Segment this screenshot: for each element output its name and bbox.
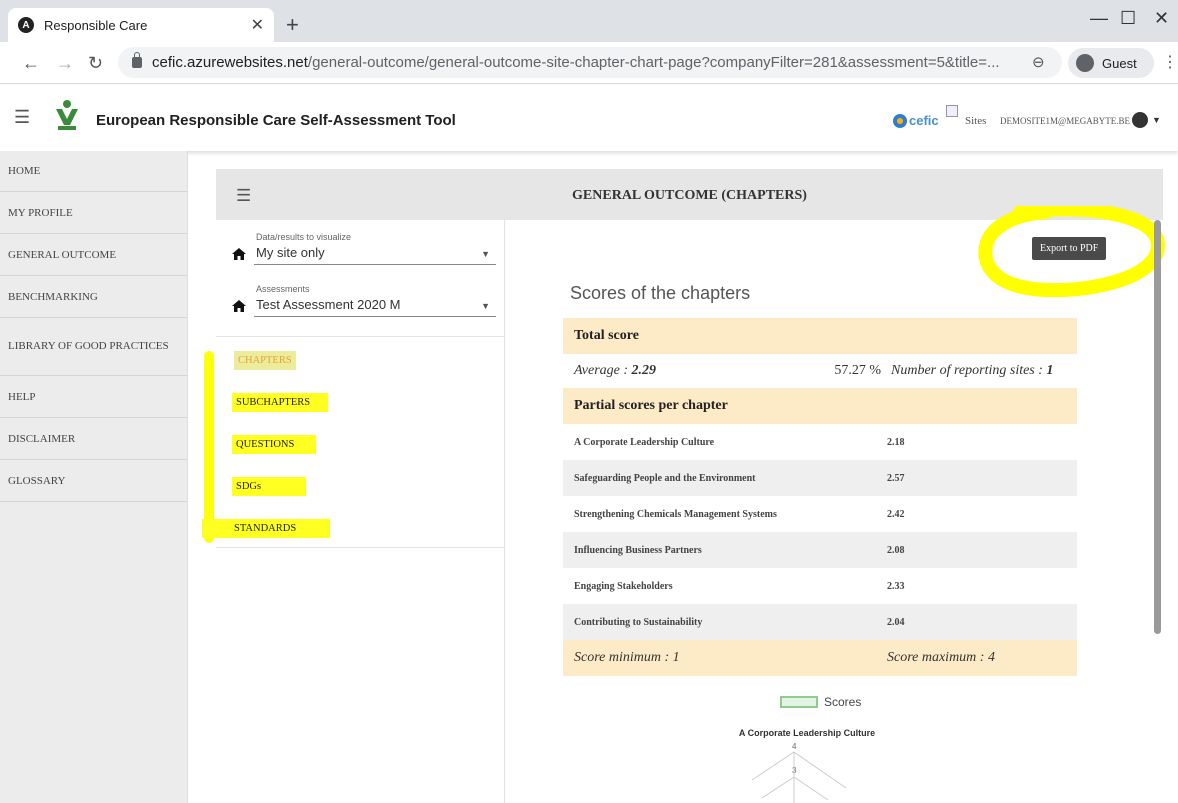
menu-icon[interactable]: ☰ [14,107,30,128]
close-window-icon[interactable]: ✕ [1154,8,1169,29]
chapter-row: Strengthening Chemicals Management Syste… [574,508,905,520]
chart-legend[interactable]: Scores [780,695,861,709]
link-sdgs[interactable]: SDGs [232,477,306,496]
main-card: ☰ GENERAL OUTCOME (CHAPTERS) Data/result… [202,169,1165,803]
export-pdf-button[interactable]: Export to PDF [1032,237,1107,260]
assessment-value: Test Assessment 2020 M [256,297,401,312]
app-title: European Responsible Care Self-Assessmen… [96,112,456,129]
link-subchapters[interactable]: SUBCHAPTERS [232,393,328,412]
new-tab-button[interactable]: + [286,12,299,38]
legend-swatch [780,696,818,708]
assessment-label: Assessments [256,284,310,294]
data-filter-select[interactable]: Data/results to visualize My site only ▼ [230,232,496,268]
chapter-row: Engaging Stakeholders 2.33 [574,580,905,592]
sidebar-item-disclaimer[interactable]: DISCLAIMER [0,418,187,460]
chapter-row: Contributing to Sustainability 2.04 [563,604,1077,640]
sidebar-item-glossary[interactable]: GLOSSARY [0,460,187,502]
sidebar-item-benchmarking[interactable]: BENCHMARKING [0,276,187,318]
sidebar-item-home[interactable]: HOME [0,151,187,192]
radar-axis-label: A Corporate Leadership Culture [738,728,876,738]
dropdown-caret-icon: ▼ [481,249,490,259]
scores-table: Total score Average : 2.29 57.27 % Numbe… [563,318,1077,676]
zoom-icon[interactable]: ⊖ [1032,53,1045,71]
radar-grid-line [793,776,829,801]
score-range-row: Score minimum : 1 Score maximum : 4 [563,640,1077,676]
radar-chart: 4 3 [751,742,847,803]
cefic-logo: cefic [893,113,939,128]
total-score-header: Total score [563,318,1077,354]
sidebar: HOME MY PROFILE GENERAL OUTCOME BENCHMAR… [0,151,188,803]
reporting-sites-cell: Number of reporting sites : 1 [891,363,1054,378]
percent-cell: 57.27 % [834,363,881,378]
data-filter-label: Data/results to visualize [256,232,352,242]
tab-title: Responsible Care [44,17,148,33]
chapter-row: Influencing Business Partners 2.08 [563,532,1077,568]
chapter-row: Safeguarding People and the Environment 2… [563,460,1077,496]
home-icon [232,248,246,260]
score-maximum: Score maximum : 4 [887,650,995,665]
profile-button[interactable]: Guest [1068,48,1154,78]
responsible-care-logo [56,100,78,130]
app-header: ☰ European Responsible Care Self-Assessm… [0,85,1178,151]
broken-image-icon [946,105,958,117]
highlight-marker [204,351,214,543]
profile-label: Guest [1102,55,1137,71]
page-title: GENERAL OUTCOME (CHAPTERS) [572,188,807,203]
home-icon [232,300,246,312]
account-icon[interactable] [1132,112,1148,128]
forward-icon[interactable]: → [56,53,74,74]
back-icon[interactable]: ← [22,53,40,74]
profile-avatar-icon [1076,54,1094,72]
url-host: cefic.azurewebsites.net [152,54,308,71]
chapter-row: A Corporate Leadership Culture 2.18 [574,436,905,448]
lock-icon [132,52,142,68]
url-path: /general-outcome/general-outcome-site-ch… [307,54,1000,71]
legend-label: Scores [824,695,862,709]
browser-tabstrip: A Responsible Care ✕ + — ☐ ✕ [0,0,1178,42]
cefic-flower-icon [893,113,907,128]
field-underline [254,316,496,317]
maximize-icon[interactable]: ☐ [1120,8,1136,29]
score-minimum: Score minimum : 1 [574,650,680,665]
partial-scores-header: Partial scores per chapter [563,388,1077,424]
user-email[interactable]: DEMOSITE1M@MEGABYTE.BE [1000,116,1130,126]
sidebar-item-general-outcome[interactable]: GENERAL OUTCOME [0,234,187,276]
sidebar-item-library[interactable]: LIBRARY OF GOOD PRACTICES [0,318,187,376]
radar-grid-line [761,776,795,799]
sidebar-item-help[interactable]: HELP [0,376,187,418]
minimize-icon[interactable]: — [1090,8,1108,29]
address-bar[interactable]: cefic.azurewebsites.net/general-outcome/… [118,47,1062,78]
data-filter-value: My site only [256,245,325,260]
total-score-row: Average : 2.29 57.27 % Number of reporti… [563,354,1077,388]
results-panel: Export to PDF Scores of the chapters Tot… [506,206,1165,803]
link-standards[interactable]: STANDARDS [202,519,330,538]
browser-toolbar: ← → ↻ cefic.azurewebsites.net/general-ou… [0,42,1178,84]
field-underline [254,264,496,265]
browser-menu-icon[interactable]: ⋮ [1162,52,1178,72]
filters-panel: Data/results to visualize My site only ▼… [202,220,505,803]
outcome-views-list: CHAPTERS SUBCHAPTERS QUESTIONS SDGs STAN… [202,336,505,548]
close-tab-icon[interactable]: ✕ [251,15,264,35]
dropdown-caret-icon: ▼ [481,301,490,311]
assessment-select[interactable]: Assessments Test Assessment 2020 M ▼ [230,284,496,320]
radar-grid-line [751,751,795,781]
sidebar-item-my-profile[interactable]: MY PROFILE [0,192,187,234]
angular-favicon-icon: A [18,17,34,33]
average-cell: Average : 2.29 [574,363,657,378]
scrollbar[interactable] [1154,220,1161,634]
caret-down-icon[interactable]: ▼ [1152,115,1161,125]
reload-icon[interactable]: ↻ [88,53,103,74]
link-chapters[interactable]: CHAPTERS [234,351,296,370]
browser-tab[interactable]: A Responsible Care ✕ [8,8,274,42]
link-questions[interactable]: QUESTIONS [232,435,316,454]
scores-title: Scores of the chapters [570,283,751,303]
sites-link[interactable]: Sites [965,115,986,127]
radar-tick-4: 4 [792,742,797,751]
